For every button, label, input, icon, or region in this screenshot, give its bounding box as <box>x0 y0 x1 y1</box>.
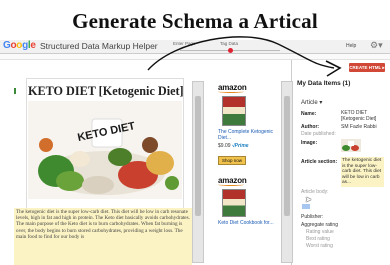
tag-marker <box>14 88 16 94</box>
panel-title: My Data Items (1) <box>297 80 351 87</box>
article-section-label: Article section: <box>301 159 338 165</box>
help-link[interactable]: Help <box>346 43 356 49</box>
article-image[interactable]: KETO DIET <box>28 101 182 199</box>
article-section-value[interactable]: The ketogenic diet is the super low-carb… <box>341 157 384 187</box>
aggregate-rating-label: Aggregate rating <box>301 222 338 228</box>
worst-rating-label: Worst rating <box>306 243 333 249</box>
create-html-label: CREATE HTML <box>349 65 382 70</box>
google-logo: Google <box>3 40 36 51</box>
scrollbar-left[interactable] <box>192 81 204 263</box>
banner: Generate Schema a Artical <box>0 0 390 40</box>
step-tag-data[interactable]: Tag Data <box>220 41 238 46</box>
publisher-label: Publisher: <box>301 214 324 220</box>
rating-value-label: Rating value <box>306 229 334 235</box>
author-value[interactable]: SM Fazle Rabbi <box>341 124 385 130</box>
article-heading[interactable]: KETO DIET [Ketogenic Diet] <box>28 84 184 99</box>
date-published-label: Date published: <box>301 131 336 137</box>
author-label: Author: <box>301 124 320 130</box>
scrollbar-right[interactable] <box>281 81 293 263</box>
book-title[interactable]: The Complete Ketogenic Diet... <box>218 129 276 141</box>
book-cover[interactable] <box>222 189 246 217</box>
image-label: Image: <box>301 140 318 146</box>
create-html-button[interactable]: CREATE HTML ▸ <box>349 63 385 72</box>
amazon-ad-2[interactable]: amazon Keto Diet Cookbook for... <box>218 176 276 226</box>
article-body[interactable]: The ketogenic diet is the super low-carb… <box>14 208 192 265</box>
book-price: $9.09 <box>218 143 231 149</box>
selection-chip[interactable] <box>302 204 310 209</box>
progress-dot <box>228 48 233 53</box>
item-type-label: Article <box>301 100 318 106</box>
gear-icon[interactable]: ⚙▾ <box>370 40 383 51</box>
prime-badge: √Prime <box>231 143 249 149</box>
banner-title: Generate Schema a Artical <box>72 9 318 33</box>
amazon-logo: amazon <box>218 176 247 185</box>
name-value[interactable]: KETO DIET [Ketogenic Diet] <box>341 110 385 122</box>
best-rating-label: Best rating <box>306 236 330 242</box>
app-name: Structured Data Markup Helper <box>40 41 158 51</box>
book-price-row: $9.09 √Prime <box>218 143 276 149</box>
book-title[interactable]: Keto Diet Cookbook for... <box>218 220 276 226</box>
amazon-logo: amazon <box>218 83 247 92</box>
item-type[interactable]: Article ▾ <box>301 99 322 106</box>
image-thumbnail[interactable] <box>341 139 361 152</box>
name-label: Name: <box>301 111 317 117</box>
step-enter-page[interactable]: Enter Page <box>173 41 196 46</box>
scroll-thumb[interactable] <box>195 96 201 216</box>
amazon-ad-1[interactable]: amazon The Complete Ketogenic Diet... $9… <box>218 83 276 167</box>
shop-now-button[interactable]: Shop now <box>218 156 247 165</box>
app-header: Google Structured Data Markup Helper Ent… <box>0 40 390 54</box>
scroll-thumb[interactable] <box>284 96 290 216</box>
book-cover[interactable] <box>222 96 246 126</box>
mouse-cursor-icon: ➤ <box>305 195 312 204</box>
